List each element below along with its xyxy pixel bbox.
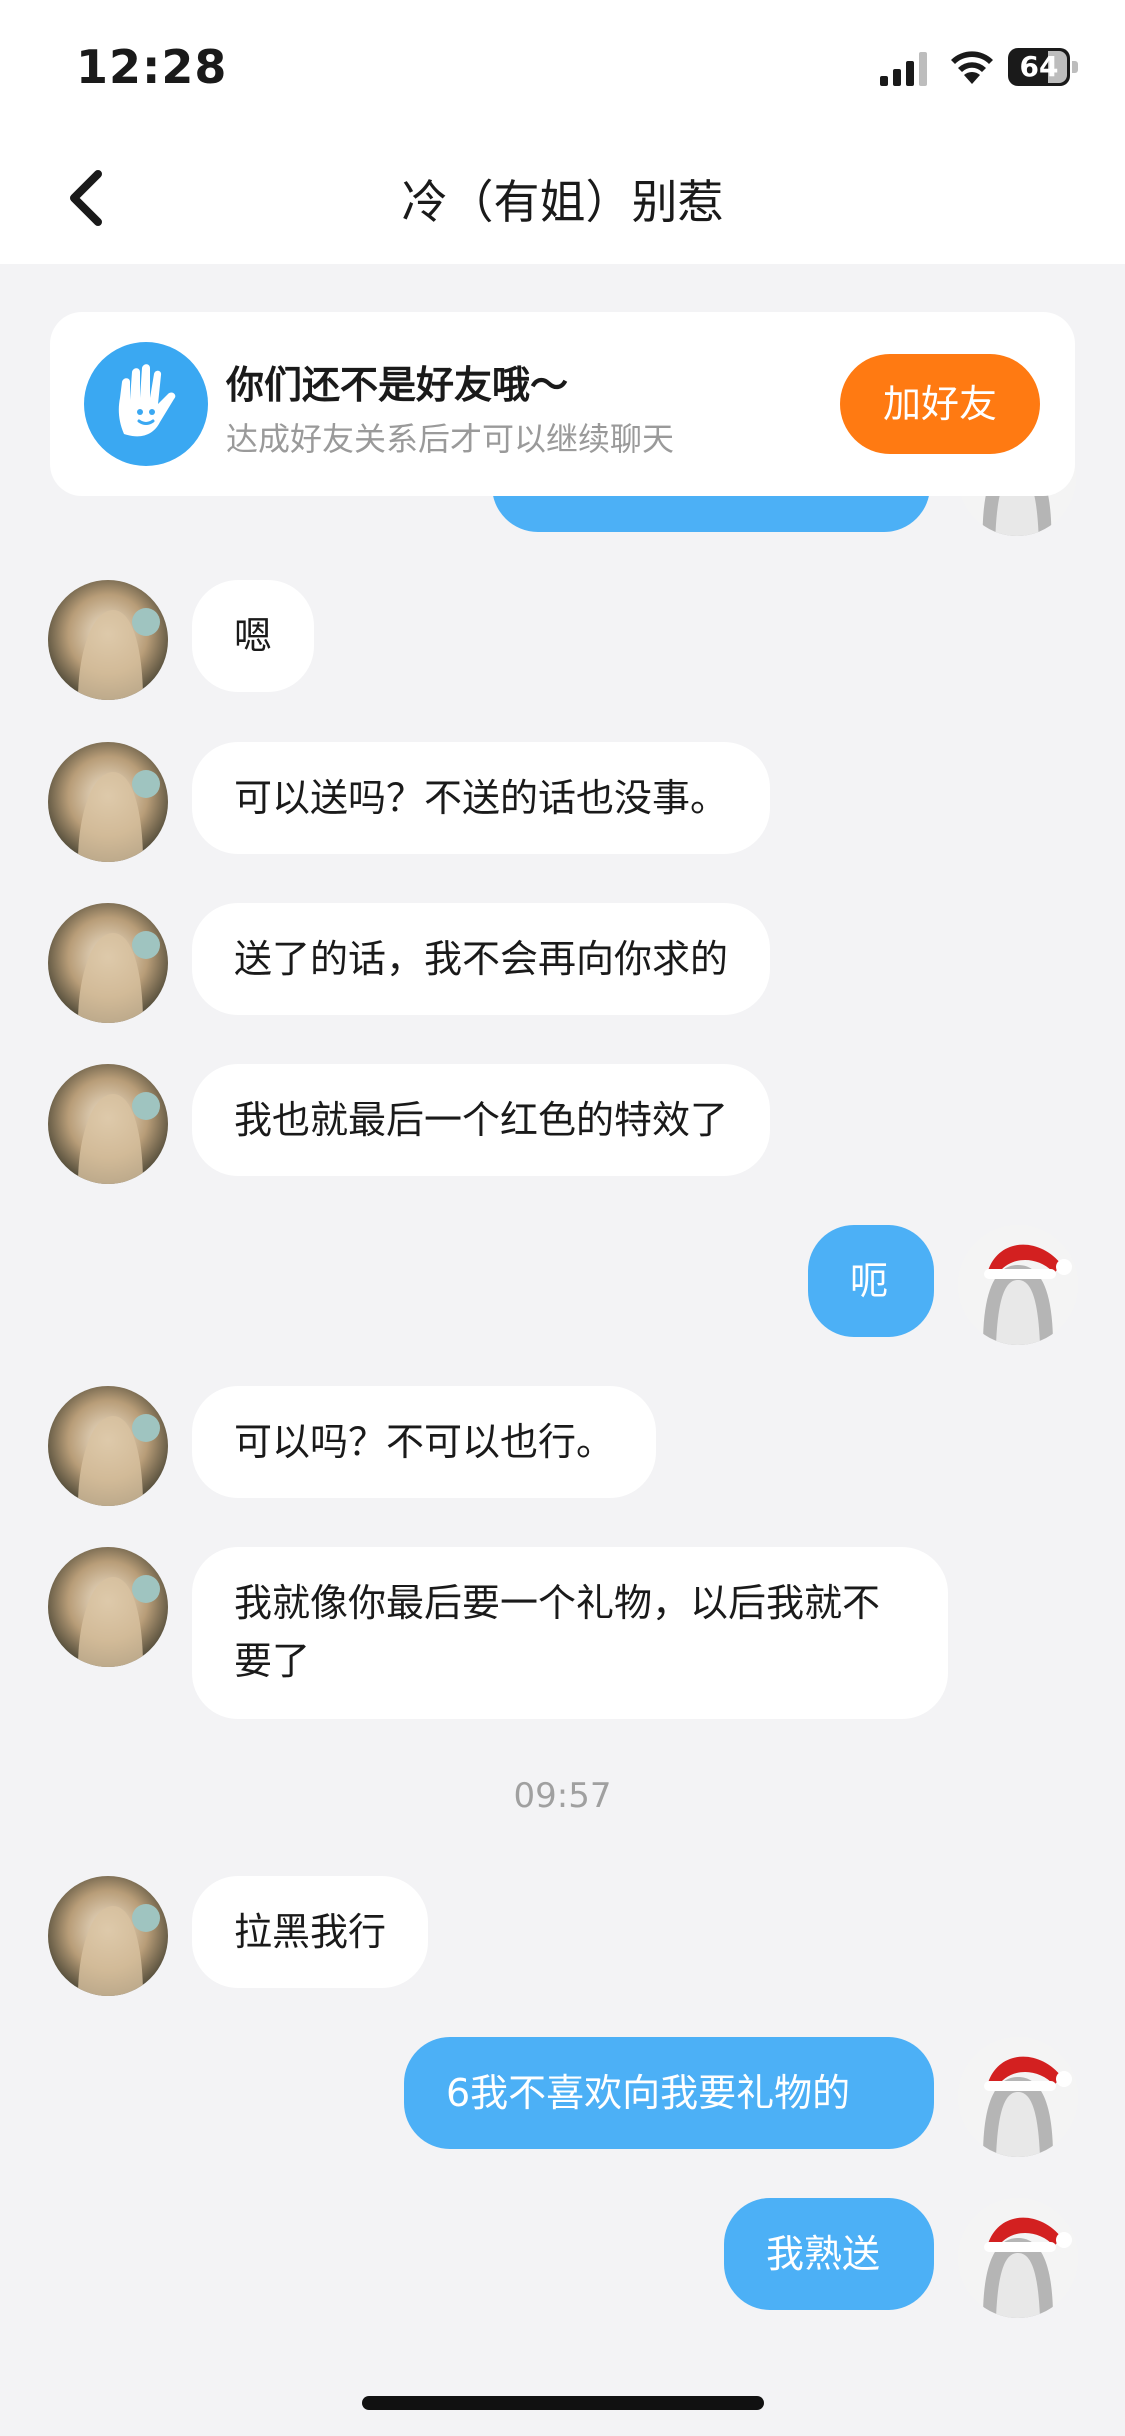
- battery-level: 64: [1019, 50, 1059, 83]
- contact-avatar[interactable]: [48, 903, 168, 1023]
- message-bubble-out[interactable]: 6我不喜欢向我要礼物的: [404, 2037, 934, 2149]
- message-timestamp: 09:57: [513, 1776, 612, 1816]
- message-bubble-in[interactable]: 嗯: [192, 580, 315, 692]
- my-avatar[interactable]: [958, 1225, 1078, 1345]
- page-title: 冷（有姐）别惹: [401, 175, 724, 229]
- message-bubble-in[interactable]: 拉黑我行: [192, 1876, 429, 1988]
- add-friend-banner: 你们还不是好友哦～ 达成好友关系后才可以继续聊天 加好友: [50, 312, 1075, 496]
- add-friend-button[interactable]: 加好友: [840, 354, 1040, 454]
- status-bar: 12:28 64: [0, 0, 1125, 132]
- nav-bar: 冷（有姐）别惹: [0, 132, 1125, 264]
- contact-avatar[interactable]: [48, 580, 168, 700]
- message-bubble-in[interactable]: 可以送吗？不送的话也没事。: [192, 742, 771, 854]
- message-bubble-in[interactable]: 送了的话，我不会再向你求的: [192, 903, 771, 1015]
- message-bubble-in[interactable]: 可以吗？不可以也行。: [192, 1386, 657, 1498]
- contact-avatar[interactable]: [48, 1876, 168, 1996]
- message-bubble-in[interactable]: 我也就最后一个红色的特效了: [192, 1064, 771, 1176]
- contact-avatar[interactable]: [48, 1064, 168, 1184]
- cellular-signal-icon: [880, 52, 927, 86]
- hand-wave-icon: [84, 342, 208, 466]
- banner-subtitle: 达成好友关系后才可以继续聊天: [226, 420, 675, 458]
- status-time: 12:28: [76, 40, 228, 94]
- message-bubble-out[interactable]: 我熟送: [724, 2198, 934, 2310]
- contact-avatar[interactable]: [48, 1386, 168, 1506]
- message-bubble-out[interactable]: 呃: [808, 1225, 934, 1337]
- banner-title: 你们还不是好友哦～: [226, 363, 569, 407]
- my-avatar[interactable]: [958, 2198, 1078, 2318]
- message-bubble-in[interactable]: 我就像你最后要一个礼物，以后我就不要了: [192, 1547, 948, 1719]
- home-indicator[interactable]: [362, 2396, 764, 2410]
- battery-icon: 64: [1008, 48, 1078, 88]
- contact-avatar[interactable]: [48, 742, 168, 862]
- wifi-icon: [951, 51, 993, 84]
- contact-avatar[interactable]: [48, 1547, 168, 1667]
- my-avatar[interactable]: [958, 2037, 1078, 2157]
